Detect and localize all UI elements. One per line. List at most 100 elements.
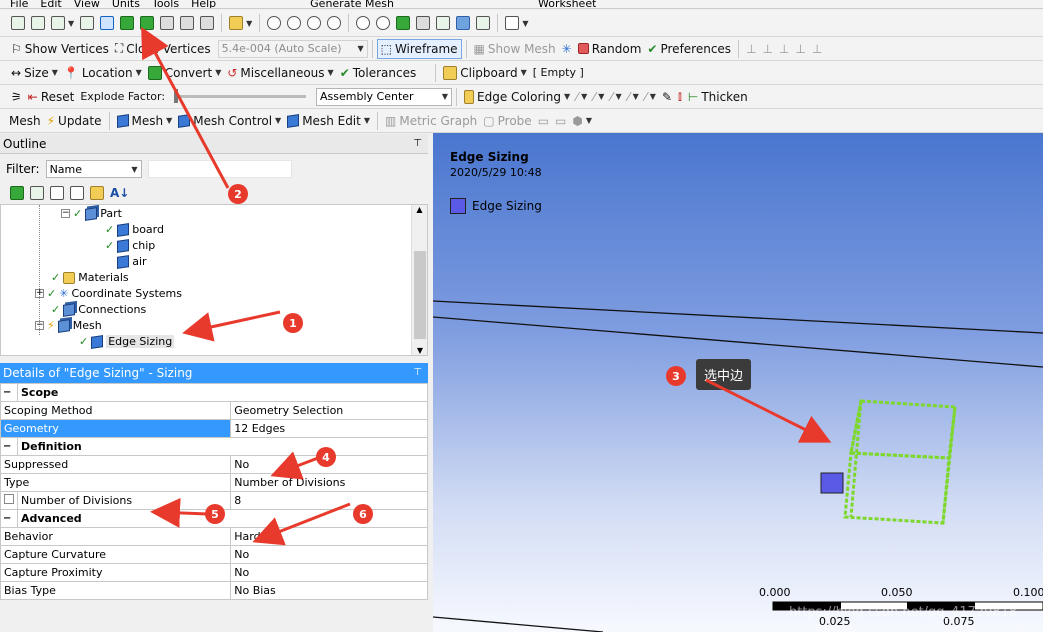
- select-element-face-icon[interactable]: [180, 16, 195, 30]
- proximity-value[interactable]: No: [230, 563, 428, 582]
- scale-dropdown[interactable]: 5.4e-004 (Auto Scale) ▼: [217, 39, 368, 58]
- section-definition[interactable]: − Definition: [0, 437, 428, 456]
- menu-view[interactable]: View: [74, 0, 100, 8]
- edge-coloring-button[interactable]: Edge Coloring ▼: [461, 87, 573, 107]
- update-button[interactable]: ⚡ Update: [44, 111, 105, 131]
- expand-all-icon[interactable]: [70, 186, 84, 200]
- explode-slider[interactable]: [174, 89, 307, 103]
- menu-file[interactable]: File: [10, 0, 28, 8]
- view-icon[interactable]: [456, 16, 471, 30]
- parameter-checkbox[interactable]: [4, 494, 14, 504]
- tree-item-mesh[interactable]: − ⚡ Mesh: [35, 318, 102, 333]
- min-icon[interactable]: ▭: [552, 111, 569, 131]
- close-vertices-button[interactable]: ⛶ Close Vertices: [112, 39, 214, 59]
- preferences-button[interactable]: ✔ Preferences: [644, 39, 734, 59]
- sort-icon[interactable]: A↓: [110, 186, 129, 200]
- edge-style-icon-1[interactable]: ⁄ ▼: [573, 87, 590, 107]
- tree-item-board[interactable]: ✓ board: [105, 222, 164, 237]
- tree-item-chip[interactable]: ✓ chip: [105, 238, 155, 253]
- divisions-value[interactable]: 8: [230, 491, 428, 510]
- vertex-select-icon[interactable]: [11, 16, 25, 30]
- row-behavior[interactable]: Behavior Hard: [0, 527, 428, 546]
- curvature-value[interactable]: No: [230, 545, 428, 564]
- triad-icon-3[interactable]: ⊥: [776, 39, 792, 59]
- tree-item-coordinate-systems[interactable]: + ✓ ✳ Coordinate Systems: [35, 287, 182, 300]
- ruler-icon[interactable]: [476, 16, 491, 30]
- zoom-fit-icon[interactable]: [356, 16, 371, 30]
- slider-thumb[interactable]: [174, 89, 179, 103]
- tree-scrollbar[interactable]: ▲ ▼: [411, 205, 427, 355]
- random-colors-button[interactable]: Random: [575, 39, 645, 59]
- row-suppressed[interactable]: Suppressed No: [0, 455, 428, 474]
- row-bias-type[interactable]: Bias Type No Bias: [0, 581, 428, 600]
- zoom-select-icon[interactable]: [376, 16, 391, 30]
- worksheet-button[interactable]: Worksheet: [538, 0, 596, 8]
- row-scoping-method[interactable]: Scoping Method Geometry Selection: [0, 401, 428, 420]
- expand-icon[interactable]: +: [35, 289, 44, 298]
- node-select-icon[interactable]: [31, 16, 45, 30]
- graphics-viewport[interactable]: Edge Sizing 2020/5/29 10:48 Edge Sizing …: [433, 133, 1043, 632]
- probe-button[interactable]: ▢ Probe: [480, 111, 534, 131]
- eraser-icon[interactable]: [30, 186, 44, 200]
- show-vertices-button[interactable]: ⚐ Show Vertices: [8, 39, 112, 59]
- triad-icon-2[interactable]: ⊥: [760, 39, 776, 59]
- filter-dropdown[interactable]: Name ▼: [45, 160, 142, 178]
- menu-tools[interactable]: Tools: [152, 0, 179, 8]
- menu-units[interactable]: Units: [112, 0, 140, 8]
- zoom-icon[interactable]: [307, 16, 322, 30]
- tolerances-button[interactable]: ✔ Tolerances: [337, 63, 420, 83]
- pan-icon[interactable]: [287, 16, 302, 30]
- clipboard-button[interactable]: Clipboard ▼: [440, 63, 529, 83]
- box-zoom-icon[interactable]: [327, 16, 342, 30]
- cursor-mode-icon[interactable]: [51, 16, 65, 30]
- zoom-in-icon[interactable]: [396, 16, 411, 30]
- edge-style-icon-2[interactable]: ⁄ ▼: [590, 87, 607, 107]
- tree-item-part[interactable]: − ✓ Part: [61, 206, 122, 221]
- hexagon-icon[interactable]: ⬢ ▼: [569, 111, 595, 131]
- size-button[interactable]: ↔ Size ▼: [8, 63, 61, 83]
- zoom-out-icon[interactable]: [416, 16, 431, 30]
- scoping-method-value[interactable]: Geometry Selection: [230, 401, 428, 420]
- thin-icon[interactable]: ⫾: [675, 87, 685, 107]
- edge-style-icon-3[interactable]: ⁄ ▼: [607, 87, 624, 107]
- triad-icon-1[interactable]: ⊥: [743, 39, 759, 59]
- row-geometry[interactable]: Geometry 12 Edges: [0, 419, 428, 438]
- refresh-icon[interactable]: [10, 186, 24, 200]
- iso-view-icon[interactable]: [436, 16, 451, 30]
- select-edge-icon[interactable]: [100, 16, 115, 30]
- edge-style-icon-5[interactable]: ⁄ ▼: [642, 87, 659, 107]
- assembly-center-dropdown[interactable]: Assembly Center ▼: [316, 87, 453, 106]
- tree-item-materials[interactable]: ✓ Materials: [51, 271, 129, 284]
- mesh-button[interactable]: Mesh ▼: [114, 111, 176, 131]
- show-mesh-button[interactable]: ▦ Show Mesh: [471, 39, 559, 59]
- pin-icon[interactable]: ⊤: [413, 134, 422, 154]
- section-scope[interactable]: − Scope: [0, 383, 428, 402]
- behavior-value[interactable]: Hard: [230, 527, 428, 546]
- rotate-icon[interactable]: [267, 16, 282, 30]
- window-layout-icon[interactable]: [505, 16, 520, 30]
- row-capture-curvature[interactable]: Capture Curvature No: [0, 545, 428, 564]
- pin-tool-icon[interactable]: ✎: [659, 87, 675, 107]
- edge-style-icon-4[interactable]: ⁄ ▼: [625, 87, 642, 107]
- scrollbar-thumb[interactable]: [414, 251, 426, 339]
- folder-icon[interactable]: [90, 186, 104, 200]
- triad-icon-5[interactable]: ⊥: [809, 39, 825, 59]
- select-body-icon[interactable]: [140, 16, 155, 30]
- select-element-icon[interactable]: [160, 16, 175, 30]
- bias-value[interactable]: No Bias: [230, 581, 428, 600]
- menu-help[interactable]: Help: [191, 0, 216, 8]
- miscellaneous-button[interactable]: ↺ Miscellaneous ▼: [224, 63, 336, 83]
- type-value[interactable]: Number of Divisions: [230, 473, 428, 492]
- select-node-icon[interactable]: [200, 16, 215, 30]
- menu-edit[interactable]: Edit: [40, 0, 61, 8]
- location-button[interactable]: 📍 Location ▼: [61, 63, 145, 83]
- max-icon[interactable]: ▭: [535, 111, 552, 131]
- generate-mesh-button[interactable]: Generate Mesh: [310, 0, 394, 8]
- convert-button[interactable]: Convert ▼: [145, 63, 225, 83]
- row-capture-proximity[interactable]: Capture Proximity No: [0, 563, 428, 582]
- pin-icon[interactable]: ⊤: [413, 363, 422, 383]
- filter-input[interactable]: [147, 160, 292, 178]
- tree-item-air[interactable]: ✓air: [105, 254, 147, 269]
- collapse-icon[interactable]: −: [35, 321, 44, 330]
- extend-selection-icon[interactable]: [229, 16, 244, 30]
